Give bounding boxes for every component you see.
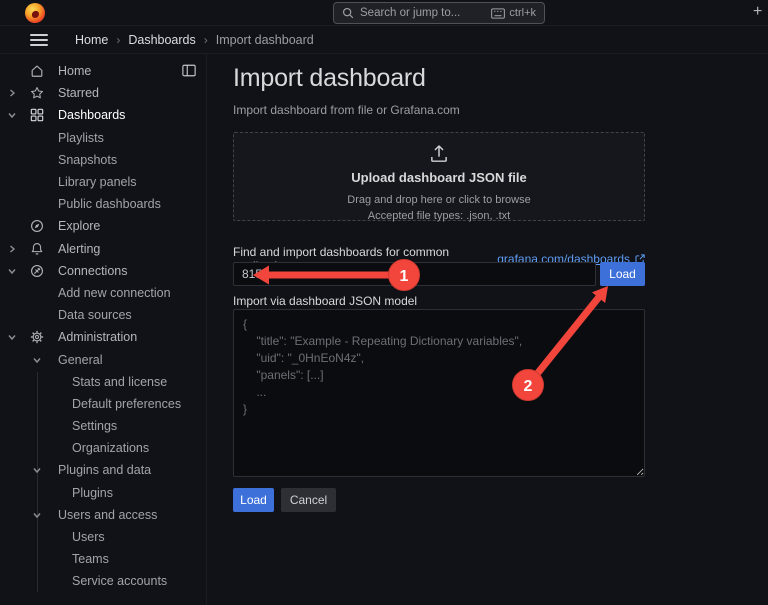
sidebar-item-plugins-and-data[interactable]: Plugins and data bbox=[0, 459, 206, 481]
main-content: Import dashboard Import dashboard from f… bbox=[233, 54, 645, 605]
chevron-down-icon[interactable] bbox=[24, 511, 50, 519]
star-icon bbox=[24, 86, 50, 100]
dashboard-id-input[interactable] bbox=[233, 262, 596, 286]
sidebar-label: Dashboards bbox=[58, 108, 125, 122]
sidebar-item-public-dashboards[interactable]: Public dashboards bbox=[0, 193, 206, 215]
grafana-logo[interactable] bbox=[25, 3, 45, 23]
sidebar-item-users[interactable]: Users bbox=[0, 526, 206, 548]
sidebar-item-administration[interactable]: Administration bbox=[0, 326, 206, 348]
apps-icon bbox=[24, 108, 50, 122]
sidebar-label: Starred bbox=[58, 86, 99, 100]
plug-icon bbox=[24, 264, 50, 278]
chevron-down-icon[interactable] bbox=[24, 466, 50, 474]
json-model-textarea[interactable] bbox=[233, 309, 645, 477]
dock-sidebar-icon[interactable] bbox=[182, 64, 196, 77]
sidebar-item-library-panels[interactable]: Library panels bbox=[0, 171, 206, 193]
upload-hint: Drag and drop here or click to browse bbox=[347, 194, 530, 206]
chevron-right-icon[interactable] bbox=[0, 245, 24, 253]
sidebar-item-dashboards[interactable]: Dashboards bbox=[0, 104, 206, 126]
upload-dropzone[interactable]: Upload dashboard JSON file Drag and drop… bbox=[233, 132, 645, 221]
chevron-down-icon[interactable] bbox=[0, 111, 24, 119]
sidebar-item-explore[interactable]: Explore bbox=[0, 215, 206, 237]
breadcrumb-bar: Home › Dashboards › Import dashboard bbox=[0, 26, 768, 54]
sidebar-item-add-new-connection[interactable]: Add new connection bbox=[0, 282, 206, 304]
upload-filetypes: Accepted file types: .json, .txt bbox=[368, 210, 510, 222]
page-title: Import dashboard bbox=[233, 64, 426, 93]
search-input[interactable]: Search or jump to... ctrl+k bbox=[333, 2, 545, 24]
breadcrumb-separator: › bbox=[204, 33, 208, 47]
keyboard-icon bbox=[491, 8, 505, 19]
search-placeholder: Search or jump to... bbox=[360, 7, 485, 19]
sidebar-item-general[interactable]: General bbox=[0, 348, 206, 370]
sidebar-item-service-accounts[interactable]: Service accounts bbox=[0, 570, 206, 592]
breadcrumb-item-dashboards[interactable]: Dashboards bbox=[128, 33, 195, 47]
sidebar-item-organizations[interactable]: Organizations bbox=[0, 437, 206, 459]
sidebar-item-default-preferences[interactable]: Default preferences bbox=[0, 393, 206, 415]
chevron-down-icon[interactable] bbox=[0, 333, 24, 341]
sidebar-item-connections[interactable]: Connections bbox=[0, 260, 206, 282]
menu-toggle-icon[interactable] bbox=[30, 34, 48, 46]
load-gcom-button[interactable]: Load bbox=[600, 262, 645, 286]
gear-icon bbox=[24, 330, 50, 344]
compass-icon bbox=[24, 219, 50, 233]
sidebar-item-plugins[interactable]: Plugins bbox=[0, 482, 206, 504]
sidebar-item-starred[interactable]: Starred bbox=[0, 82, 206, 104]
sidebar-nav: Home Starred Dashboards Playlists Snapsh… bbox=[0, 54, 207, 605]
json-model-label: Import via dashboard JSON model bbox=[233, 294, 417, 308]
load-button[interactable]: Load bbox=[233, 488, 274, 512]
cancel-button[interactable]: Cancel bbox=[281, 488, 336, 512]
home-icon bbox=[24, 64, 50, 78]
sidebar-label: Connections bbox=[58, 264, 128, 278]
sidebar-item-settings[interactable]: Settings bbox=[0, 415, 206, 437]
add-button[interactable]: + bbox=[753, 3, 762, 21]
chevron-down-icon[interactable] bbox=[0, 267, 24, 275]
shortcut-text: ctrl+k bbox=[509, 7, 536, 19]
page-subtitle: Import dashboard from file or Grafana.co… bbox=[233, 103, 460, 117]
sidebar-item-stats-and-license[interactable]: Stats and license bbox=[0, 371, 206, 393]
chevron-right-icon[interactable] bbox=[0, 89, 24, 97]
sidebar-item-alerting[interactable]: Alerting bbox=[0, 238, 206, 260]
breadcrumb-item-home[interactable]: Home bbox=[75, 33, 108, 47]
sidebar-item-playlists[interactable]: Playlists bbox=[0, 127, 206, 149]
sidebar-label: Explore bbox=[58, 219, 100, 233]
bell-icon bbox=[24, 242, 50, 256]
breadcrumb-separator: › bbox=[116, 33, 120, 47]
sidebar-item-home[interactable]: Home bbox=[0, 60, 206, 82]
chevron-down-icon[interactable] bbox=[24, 356, 50, 364]
top-bar: Search or jump to... ctrl+k + bbox=[0, 0, 768, 26]
search-icon bbox=[342, 7, 354, 19]
sidebar-item-users-and-access[interactable]: Users and access bbox=[0, 504, 206, 526]
breadcrumb: Home › Dashboards › Import dashboard bbox=[75, 26, 314, 54]
sidebar-label: Administration bbox=[58, 330, 137, 344]
sidebar-item-data-sources[interactable]: Data sources bbox=[0, 304, 206, 326]
upload-icon bbox=[428, 143, 450, 164]
sidebar-label: Home bbox=[58, 64, 91, 78]
form-actions: Load Cancel bbox=[233, 488, 336, 512]
upload-heading: Upload dashboard JSON file bbox=[351, 170, 527, 185]
sidebar-item-snapshots[interactable]: Snapshots bbox=[0, 149, 206, 171]
shortcut-badge: ctrl+k bbox=[491, 7, 536, 19]
breadcrumb-current: Import dashboard bbox=[216, 33, 314, 47]
sidebar-label: Alerting bbox=[58, 242, 100, 256]
sidebar-item-teams[interactable]: Teams bbox=[0, 548, 206, 570]
